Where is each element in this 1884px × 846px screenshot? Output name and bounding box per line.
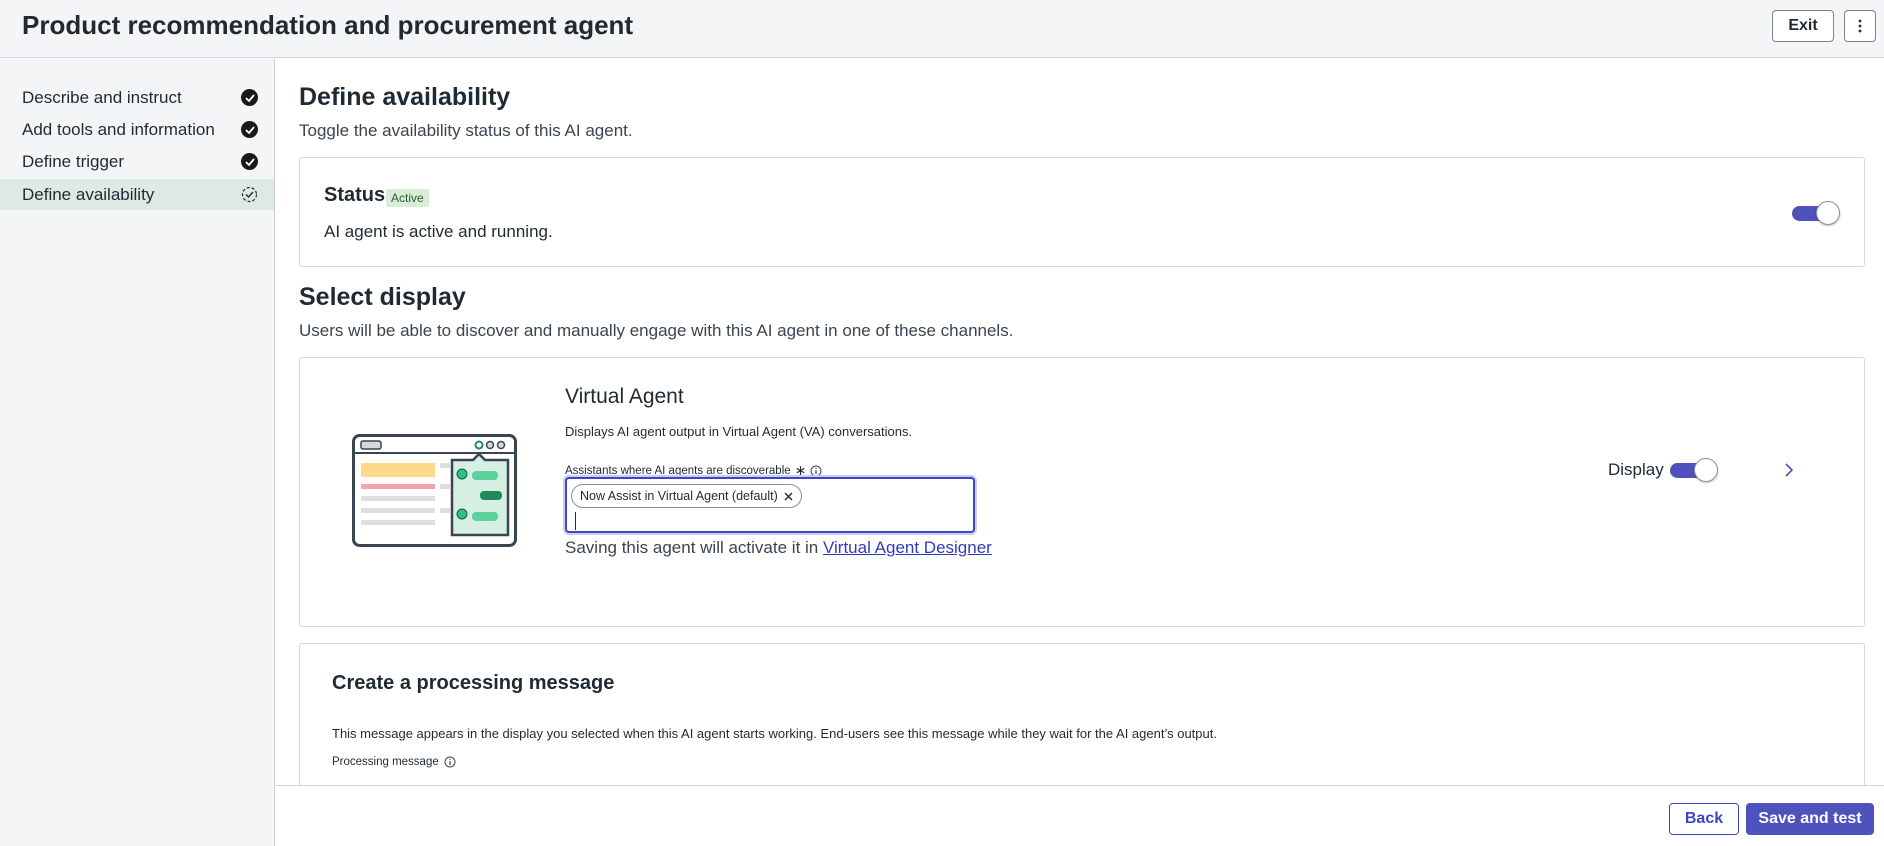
virtual-agent-designer-link[interactable]: Virtual Agent Designer xyxy=(823,538,992,557)
display-label: Display xyxy=(1608,460,1664,479)
chip-label: Now Assist in Virtual Agent (default) xyxy=(580,489,778,503)
top-bar: Product recommendation and procurement a… xyxy=(0,0,1884,58)
processing-description: This message appears in the display you … xyxy=(332,726,1217,741)
sidebar-item-define-availability[interactable]: Define availability xyxy=(0,179,274,210)
display-toggle[interactable] xyxy=(1670,458,1718,482)
status-card: Status Active AI agent is active and run… xyxy=(299,157,1865,267)
status-toggle[interactable] xyxy=(1792,201,1840,225)
check-complete-icon xyxy=(241,89,258,106)
processing-label-text: Processing message xyxy=(332,756,439,768)
page-title: Product recommendation and procurement a… xyxy=(22,10,634,40)
select-display-title: Select display xyxy=(299,283,466,311)
save-and-test-button[interactable]: Save and test xyxy=(1746,803,1874,835)
save-note-text: Saving this agent will activate it in xyxy=(565,538,819,557)
availability-title: Define availability xyxy=(299,83,511,111)
processing-title: Create a processing message xyxy=(332,672,615,694)
sidebar-item-label: Define trigger xyxy=(22,151,125,171)
sidebar-item-add-tools[interactable]: Add tools and information xyxy=(0,114,274,145)
assistants-label-text: Assistants where AI agents are discovera… xyxy=(565,464,791,477)
sidebar-item-label: Describe and instruct xyxy=(22,87,182,107)
in-progress-check-icon xyxy=(241,186,258,203)
save-note: Saving this agent will activate it in Vi… xyxy=(565,538,992,558)
main-content: Define availability Toggle the availabil… xyxy=(276,59,1884,785)
info-icon[interactable] xyxy=(444,756,456,768)
sidebar-item-describe[interactable]: Describe and instruct xyxy=(0,82,274,113)
virtual-agent-description: Displays AI agent output in Virtual Agen… xyxy=(565,424,913,439)
text-caret xyxy=(575,512,576,530)
virtual-agent-illustration xyxy=(352,434,517,547)
sidebar-item-define-trigger[interactable]: Define trigger xyxy=(0,146,274,177)
sidebar-item-label: Define availability xyxy=(22,184,155,204)
assistants-input[interactable]: Now Assist in Virtual Agent (default) xyxy=(565,477,975,533)
sidebar: Describe and instruct Add tools and info… xyxy=(0,59,275,846)
assistant-chip[interactable]: Now Assist in Virtual Agent (default) xyxy=(571,484,802,508)
availability-subtitle: Toggle the availability status of this A… xyxy=(299,121,633,140)
footer-bar: Back Save and test xyxy=(276,785,1884,846)
chevron-right-icon[interactable] xyxy=(1784,462,1794,478)
close-icon[interactable] xyxy=(784,492,793,501)
more-options-button[interactable] xyxy=(1844,10,1876,42)
virtual-agent-title: Virtual Agent xyxy=(565,385,684,408)
check-complete-icon xyxy=(241,121,258,138)
more-vertical-icon xyxy=(1858,19,1862,33)
exit-button[interactable]: Exit xyxy=(1772,10,1834,42)
select-display-subtitle: Users will be able to discover and manua… xyxy=(299,321,1014,340)
check-complete-icon xyxy=(241,153,258,170)
processing-field-label: Processing message xyxy=(332,756,456,768)
back-button[interactable]: Back xyxy=(1669,803,1739,835)
status-label: Status xyxy=(324,184,386,206)
info-icon[interactable] xyxy=(810,465,822,477)
status-description: AI agent is active and running. xyxy=(324,222,553,241)
processing-message-card: Create a processing message This message… xyxy=(299,643,1865,785)
status-badge: Active xyxy=(386,189,429,207)
virtual-agent-card: Virtual Agent Displays AI agent output i… xyxy=(299,357,1865,627)
sidebar-item-label: Add tools and information xyxy=(22,119,215,139)
